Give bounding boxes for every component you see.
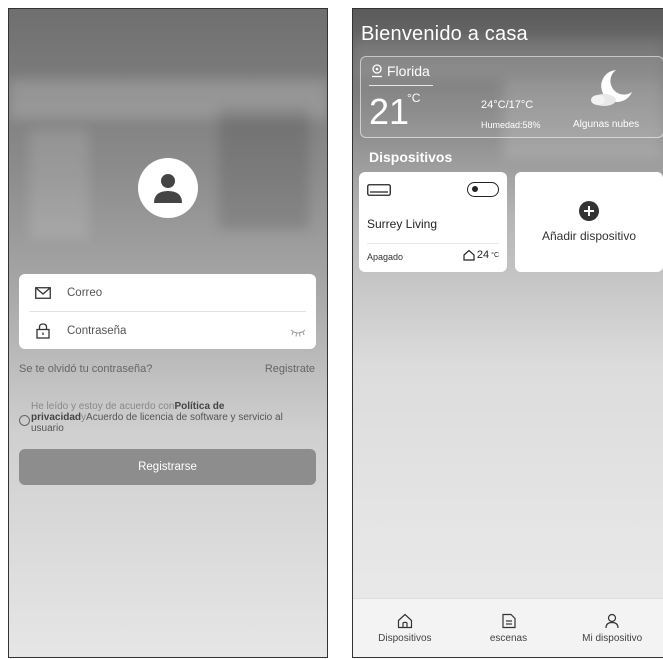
home-small-icon [463, 249, 475, 261]
device-temp-value: 24 [476, 249, 490, 261]
email-field[interactable]: Correo [19, 274, 316, 311]
weather-card: Florida 21 °C 24°C/17°C Humedad:58% Algu… [360, 56, 663, 138]
tab-devices[interactable]: Dispositivos [353, 599, 457, 657]
temperature-unit: °C [407, 91, 421, 105]
humidity: Humedad:58% [481, 120, 541, 130]
tab-scenes-label: escenas [489, 632, 528, 644]
location[interactable]: Florida [371, 63, 430, 79]
location-name: Florida [387, 63, 430, 79]
login-form: Correo Contraseña [19, 274, 316, 349]
background-blur [29, 129, 89, 239]
home-icon [397, 613, 412, 628]
email-placeholder: Correo [67, 286, 103, 299]
tab-devices-label: Dispositivos [378, 632, 432, 644]
device-card[interactable]: Surrey Living Apagado 24 °C [359, 172, 507, 272]
password-placeholder: Contraseña [67, 324, 127, 337]
user-avatar-icon [154, 174, 182, 203]
device-divider [367, 243, 499, 244]
avatar[interactable] [138, 158, 198, 218]
background-blur [219, 109, 309, 229]
weather-condition: Algunas nubes [573, 119, 640, 130]
forgot-password-link[interactable]: Se te olvidó tu contraseña? [19, 363, 152, 375]
tab-scenes[interactable]: escenas [457, 599, 561, 657]
agree-radio[interactable] [19, 415, 30, 426]
location-underline [369, 85, 433, 86]
current-temperature: 21 [369, 91, 410, 132]
welcome-title: Bienvenido a casa [361, 23, 528, 45]
scenes-icon [501, 613, 516, 628]
tab-my-device-label: Mi dispositivo [582, 632, 643, 644]
devices-heading: Dispositivos [369, 149, 453, 165]
register-link[interactable]: Registrate [265, 363, 315, 375]
device-name: Surrey Living [367, 217, 438, 231]
login-screen: Correo Contraseña Se te olvidó tu contra… [8, 8, 328, 658]
add-circle-icon [579, 201, 599, 221]
air-conditioner-icon [367, 184, 391, 196]
mail-icon [19, 286, 67, 299]
power-toggle[interactable] [467, 182, 499, 197]
lock-icon [19, 322, 67, 339]
register-button[interactable]: Registrarse [19, 449, 316, 485]
password-field[interactable]: Contraseña [19, 312, 316, 349]
terms-prefix: He leído y estoy de acuerdo con [31, 401, 175, 412]
hidden-eye-icon[interactable] [290, 325, 306, 343]
device-temp-unit: °C [491, 251, 499, 259]
tab-my-device[interactable]: Mi dispositivo [560, 599, 663, 657]
moon-cloud-icon [591, 70, 632, 106]
location-pin-icon [372, 64, 382, 78]
device-temperature: 24 °C [463, 249, 499, 261]
add-device-label: Añadir dispositivo [541, 229, 637, 243]
terms-agreement: He leído y estoy de acuerdo conPolítica … [19, 401, 314, 434]
user-icon [605, 613, 619, 628]
home-screen: Bienvenido a casa Florida 21 °C 24°C/17°… [352, 8, 663, 658]
device-status: Apagado [367, 252, 404, 262]
toggle-knob [472, 186, 478, 192]
add-device-card[interactable]: Añadir dispositivo [515, 172, 663, 272]
temperature-range: 24°C/17°C [481, 99, 534, 111]
bottom-tab-bar: Dispositivos escenas Mi dispositivo [353, 598, 663, 657]
